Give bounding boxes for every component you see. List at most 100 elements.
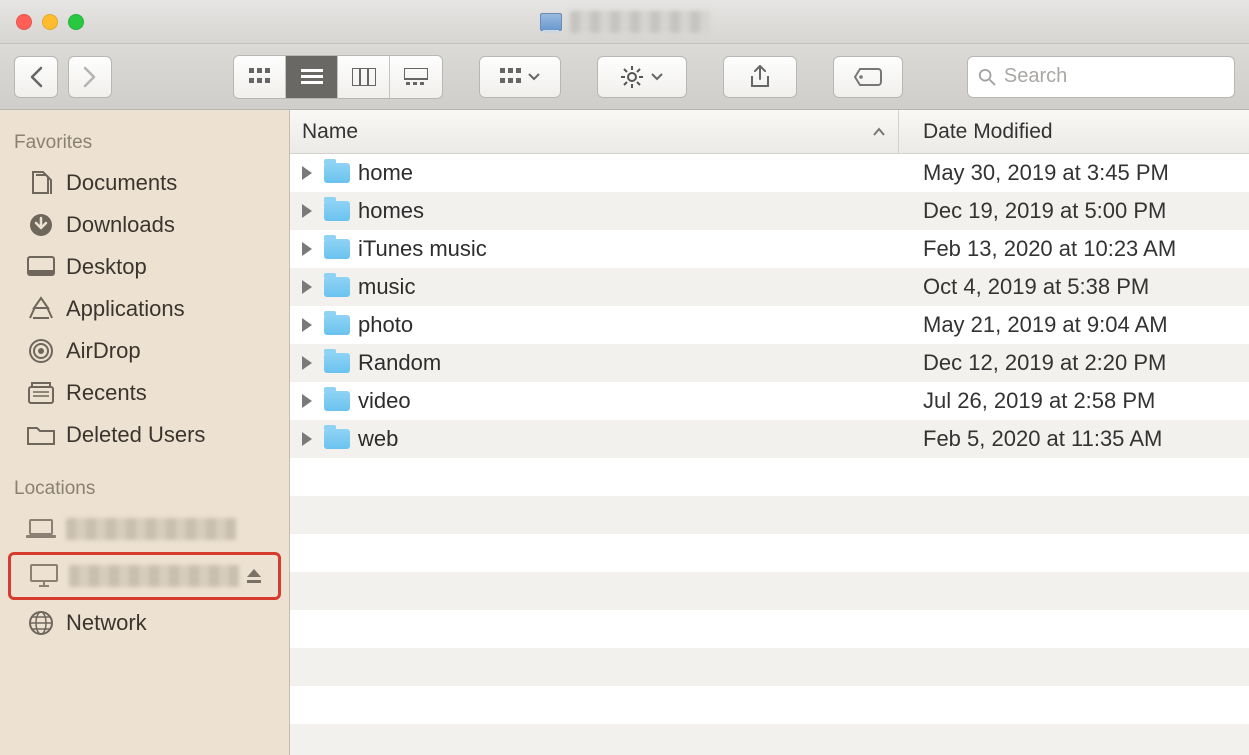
sidebar-item-label [66, 518, 236, 540]
laptop-icon [26, 516, 56, 542]
window-title [540, 11, 710, 33]
grid-arrange-icon [500, 68, 522, 86]
file-name: Random [358, 350, 441, 376]
sidebar-item-recents[interactable]: Recents [8, 372, 281, 414]
sidebar-item-documents[interactable]: Documents [8, 162, 281, 204]
tag-icon [854, 68, 882, 86]
recents-icon [26, 380, 56, 406]
chevron-down-icon [651, 73, 663, 81]
desktop-icon [26, 254, 56, 280]
applications-icon [26, 296, 56, 322]
column-view-button[interactable] [338, 56, 390, 98]
traffic-lights [16, 14, 84, 30]
sidebar: Favorites Documents Downloads Desktop [0, 110, 290, 755]
folder-icon [324, 277, 350, 297]
icon-view-button[interactable] [234, 56, 286, 98]
list-icon [301, 69, 323, 85]
sidebar-item-location-2[interactable] [11, 555, 278, 597]
columns-icon [352, 68, 376, 86]
list-view-button[interactable] [286, 56, 338, 98]
empty-row [290, 610, 1249, 648]
sidebar-item-location-1[interactable] [8, 508, 281, 550]
empty-row [290, 648, 1249, 686]
sidebar-item-label: Recents [66, 380, 147, 406]
table-row[interactable]: photoMay 21, 2019 at 9:04 AM [290, 306, 1249, 344]
minimize-window-button[interactable] [42, 14, 58, 30]
sidebar-item-label: Downloads [66, 212, 175, 238]
table-row[interactable]: web Feb 5, 2020 at 11:35 AM [290, 420, 1249, 458]
titlebar [0, 0, 1249, 44]
highlight-box [8, 552, 281, 600]
back-button[interactable] [14, 56, 58, 98]
disclosure-triangle-icon[interactable] [302, 432, 312, 446]
sidebar-item-network[interactable]: Network [8, 602, 281, 644]
forward-button[interactable] [68, 56, 112, 98]
sidebar-item-label: Documents [66, 170, 177, 196]
table-row[interactable]: videoJul 26, 2019 at 2:58 PM [290, 382, 1249, 420]
table-row[interactable]: iTunes musicFeb 13, 2020 at 10:23 AM [290, 230, 1249, 268]
document-icon [26, 170, 56, 196]
sidebar-item-label: Desktop [66, 254, 147, 280]
search-input[interactable] [1004, 65, 1224, 88]
sidebar-item-airdrop[interactable]: AirDrop [8, 330, 281, 372]
sidebar-section-locations: Locations [8, 474, 281, 508]
sidebar-item-desktop[interactable]: Desktop [8, 246, 281, 288]
share-icon [750, 65, 770, 89]
sidebar-item-label [69, 565, 239, 587]
maximize-window-button[interactable] [68, 14, 84, 30]
sidebar-item-label: AirDrop [66, 338, 141, 364]
file-date: May 30, 2019 at 3:45 PM [899, 160, 1249, 186]
file-name: iTunes music [358, 236, 487, 262]
file-date: Dec 12, 2019 at 2:20 PM [899, 350, 1249, 376]
column-date[interactable]: Date Modified [899, 110, 1249, 153]
sidebar-item-applications[interactable]: Applications [8, 288, 281, 330]
window-title-text [570, 11, 710, 33]
disclosure-triangle-icon[interactable] [302, 280, 312, 294]
folder-icon [324, 315, 350, 335]
disclosure-triangle-icon[interactable] [302, 204, 312, 218]
file-date: May 21, 2019 at 9:04 AM [899, 312, 1249, 338]
search-field[interactable] [967, 56, 1235, 98]
file-list[interactable]: home May 30, 2019 at 3:45 PM homesDec 19, … [290, 154, 1249, 755]
disclosure-triangle-icon[interactable] [302, 166, 312, 180]
file-name: music [358, 274, 415, 300]
disclosure-triangle-icon[interactable] [302, 242, 312, 256]
file-date: Feb 5, 2020 at 11:35 AM [899, 426, 1249, 452]
gallery-view-button[interactable] [390, 56, 442, 98]
file-date: Oct 4, 2019 at 5:38 PM [899, 274, 1249, 300]
column-header: Name Date Modified [290, 110, 1249, 154]
disclosure-triangle-icon[interactable] [302, 394, 312, 408]
disclosure-triangle-icon[interactable] [302, 356, 312, 370]
arrange-button[interactable] [479, 56, 561, 98]
disclosure-triangle-icon[interactable] [302, 318, 312, 332]
search-icon [978, 67, 996, 87]
sidebar-item-label: Network [66, 610, 147, 636]
file-name: home [358, 160, 413, 186]
tags-button[interactable] [833, 56, 903, 98]
column-name[interactable]: Name [290, 110, 899, 153]
table-row[interactable]: Random Dec 12, 2019 at 2:20 PM [290, 344, 1249, 382]
share-button[interactable] [723, 56, 797, 98]
empty-row [290, 458, 1249, 496]
column-name-label: Name [302, 120, 358, 144]
chevron-left-icon [29, 66, 43, 88]
close-window-button[interactable] [16, 14, 32, 30]
eject-icon[interactable] [246, 568, 262, 584]
column-date-label: Date Modified [923, 120, 1053, 144]
airdrop-icon [26, 338, 56, 364]
folder-icon [26, 422, 56, 448]
sidebar-item-deleted-users[interactable]: Deleted Users [8, 414, 281, 456]
empty-row [290, 686, 1249, 724]
action-button[interactable] [597, 56, 687, 98]
file-name: web [358, 426, 398, 452]
file-name: video [358, 388, 411, 414]
table-row[interactable]: homesDec 19, 2019 at 5:00 PM [290, 192, 1249, 230]
sidebar-item-downloads[interactable]: Downloads [8, 204, 281, 246]
content-pane: Name Date Modified home May 30, 2019 at 3… [290, 110, 1249, 755]
sidebar-section-favorites: Favorites [8, 128, 281, 162]
folder-icon [324, 391, 350, 411]
table-row[interactable]: music Oct 4, 2019 at 5:38 PM [290, 268, 1249, 306]
download-icon [26, 212, 56, 238]
table-row[interactable]: home May 30, 2019 at 3:45 PM [290, 154, 1249, 192]
folder-icon [324, 163, 350, 183]
